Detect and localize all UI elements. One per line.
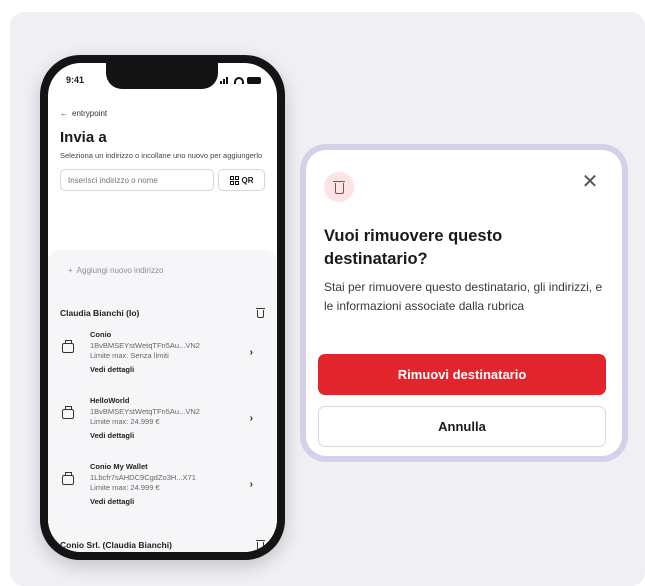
chevron-right-icon: ›	[249, 347, 253, 358]
wallet-icon	[62, 340, 74, 353]
remove-recipient-button[interactable]: Rimuovi destinatario	[318, 354, 606, 395]
page-subtitle: Seleziona un indirizzo o incollane uno n…	[60, 151, 263, 160]
plus-icon: +	[68, 266, 73, 275]
list-item[interactable]: HelloWorld 1BvBMSEYstWetqTFn5Au...VN2 Li…	[60, 396, 265, 456]
entry-details-link[interactable]: Vedi dettagli	[90, 431, 200, 442]
trash-icon[interactable]	[256, 540, 265, 550]
entry-name: HelloWorld	[90, 396, 130, 405]
entry-name: Conio	[90, 330, 112, 339]
dialog-title: Vuoi rimuovere questo destinatario?	[324, 227, 503, 268]
wallet-icon	[62, 472, 74, 485]
entry-details-link[interactable]: Vedi dettagli	[90, 365, 200, 376]
recipients-list: + Aggiungi nuovo indirizzo Claudia Bianc…	[48, 250, 277, 552]
entry-address: 1BvBMSEYstWetqTFn5Au...VN2	[90, 340, 200, 350]
back-label: entrypoint	[72, 109, 108, 118]
qr-label: QR	[241, 175, 254, 185]
dialog-message: Stai per rimuovere questo destinatario, …	[324, 280, 603, 313]
qr-code-icon	[229, 175, 239, 185]
status-time: 9:41	[66, 75, 85, 85]
qr-button[interactable]: QR	[218, 169, 265, 191]
entry-details-link[interactable]: Vedi dettagli	[90, 497, 196, 508]
status-bar: 9:41	[66, 73, 261, 87]
page-title: Invia a	[60, 129, 107, 146]
chevron-right-icon: ›	[249, 413, 253, 424]
add-address-button[interactable]: + Aggiungi nuovo indirizzo	[68, 266, 163, 275]
list-item[interactable]: Conio 1BvBMSEYstWetqTFn5Au...VN2 Limite …	[60, 330, 265, 390]
back-link[interactable]: ← entrypoint	[60, 109, 265, 118]
address-search-input[interactable]	[60, 169, 214, 191]
group-title: Claudia Bianchi (Io)	[60, 308, 140, 318]
phone-screen: 9:41 ← entrypoint Invia a Seleziona un i…	[48, 63, 277, 552]
wallet-icon	[62, 406, 74, 419]
arrow-left-icon: ←	[60, 109, 68, 118]
warning-badge	[324, 172, 354, 202]
group-header: Conio Srl. (Claudia Bianchi)	[60, 538, 265, 552]
add-address-label: Aggiungi nuovo indirizzo	[76, 266, 164, 275]
dialog-frame: ✕ Vuoi rimuovere questo destinatario? St…	[300, 144, 628, 462]
phone-content: ← entrypoint Invia a Seleziona un indiri…	[60, 109, 265, 191]
trash-icon[interactable]	[256, 308, 265, 318]
status-icons	[220, 76, 261, 84]
entry-limit: Limite max: 24.999 €	[90, 417, 160, 426]
cancel-button[interactable]: Annulla	[318, 406, 606, 447]
group-header: Claudia Bianchi (Io)	[60, 306, 265, 320]
trash-icon	[333, 180, 345, 194]
group-title: Conio Srl. (Claudia Bianchi)	[60, 540, 172, 550]
phone-mockup: 9:41 ← entrypoint Invia a Seleziona un i…	[40, 55, 285, 560]
entry-address: 1BvBMSEYstWetqTFn5Au...VN2	[90, 406, 200, 416]
wifi-icon	[234, 76, 244, 84]
entry-limit: Limite max: Senza limiti	[90, 351, 169, 360]
signal-icon	[220, 76, 231, 84]
entry-name: Conio My Wallet	[90, 462, 148, 471]
entry-limit: Limite max: 24.999 €	[90, 483, 160, 492]
remove-recipient-dialog: ✕ Vuoi rimuovere questo destinatario? St…	[306, 150, 622, 456]
search-row: QR	[60, 169, 265, 191]
entry-address: 1Lbcfr7sAHDC9CgdZo3H...X71	[90, 472, 196, 482]
battery-icon	[247, 76, 261, 84]
close-icon[interactable]: ✕	[580, 172, 600, 192]
list-item[interactable]: Conio My Wallet 1Lbcfr7sAHDC9CgdZo3H...X…	[60, 462, 265, 522]
chevron-right-icon: ›	[249, 479, 253, 490]
